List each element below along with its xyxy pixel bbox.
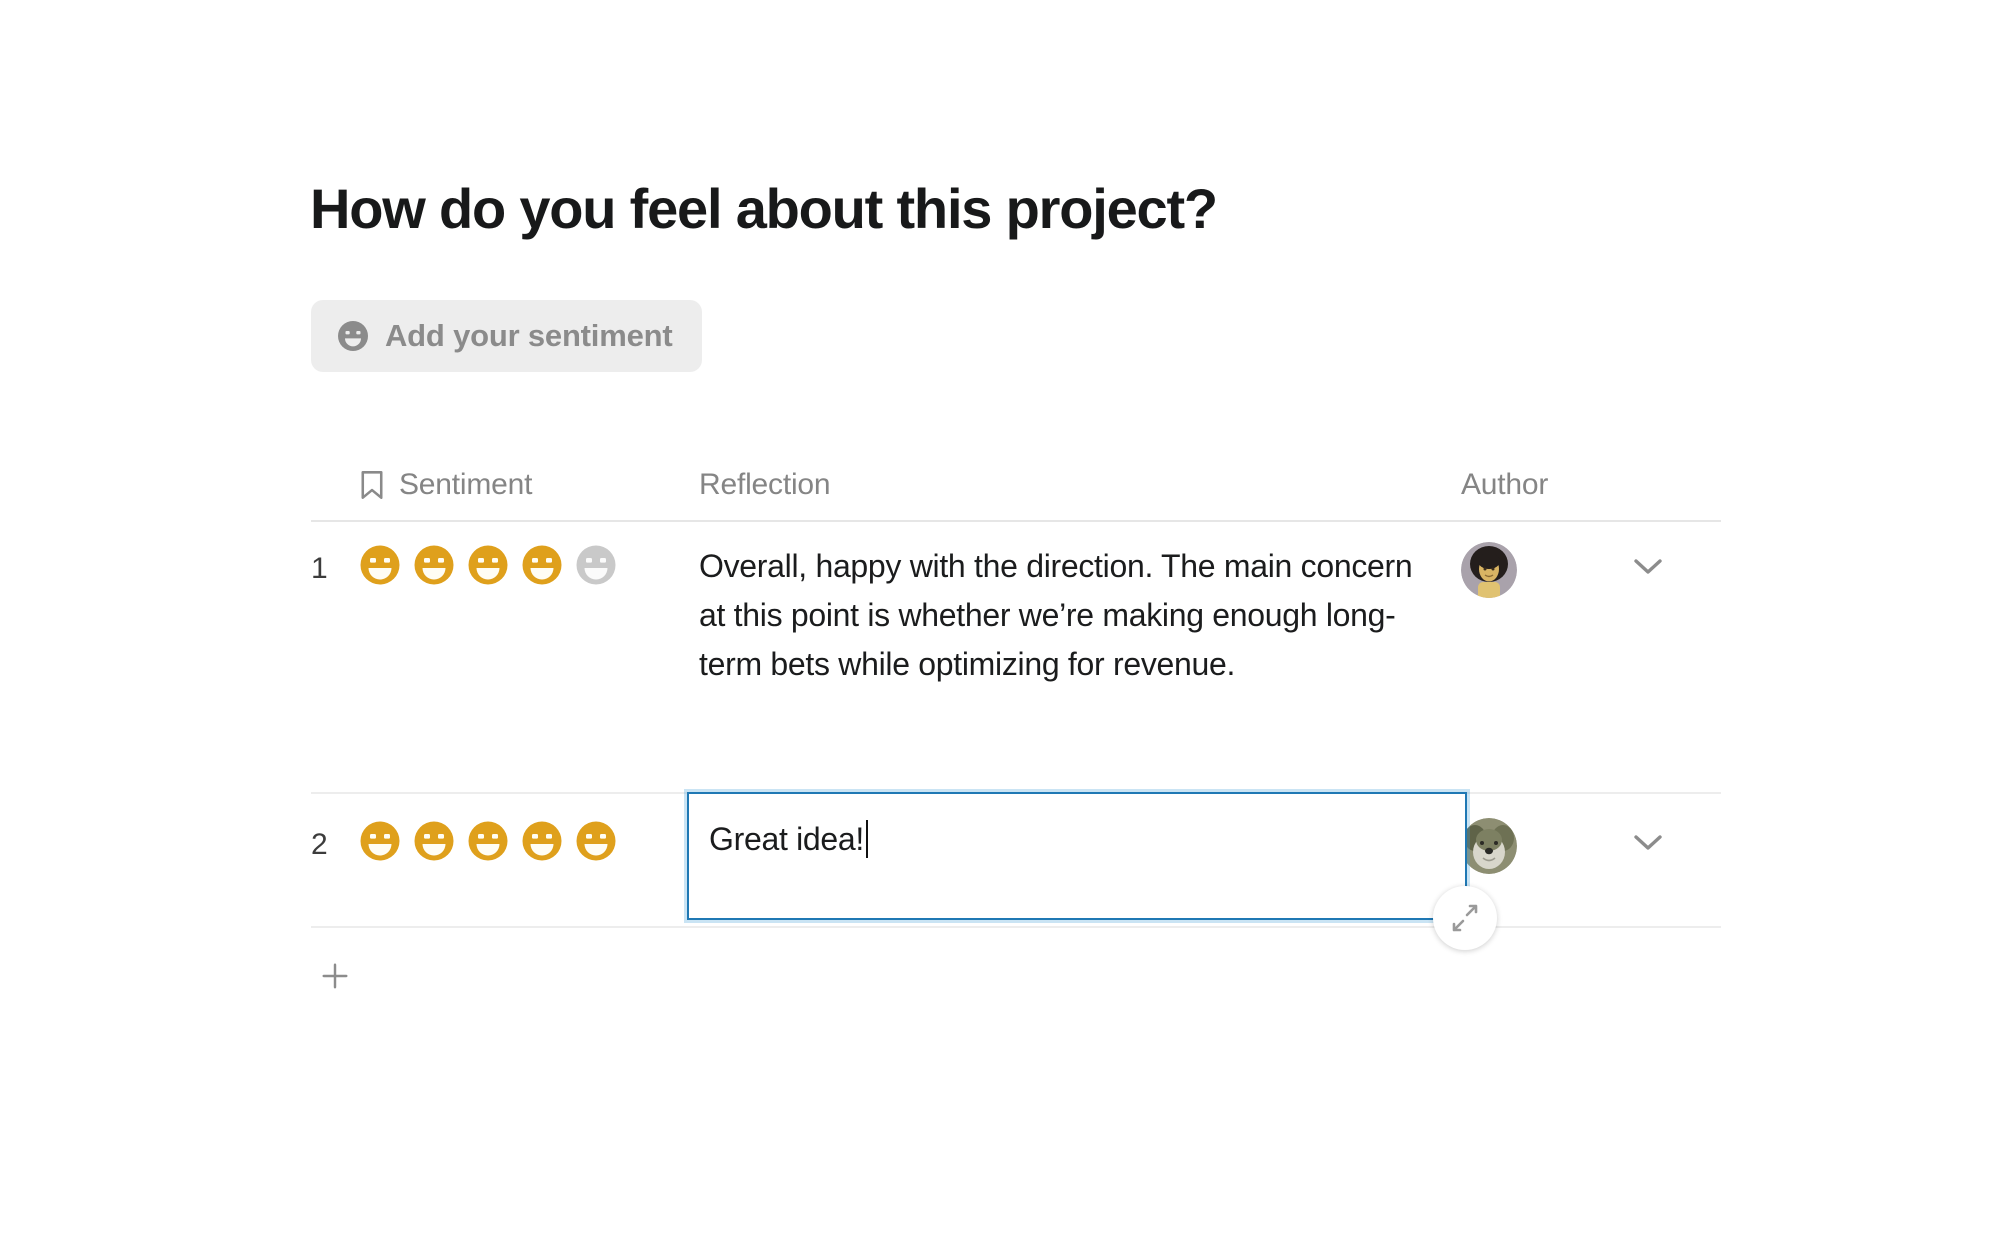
app-canvas: How do you feel about this project? Add …	[0, 0, 2000, 1250]
sentiment-rating[interactable]	[359, 794, 699, 862]
table-row[interactable]: 2	[311, 794, 1721, 928]
avatar	[1461, 542, 1517, 598]
bookmark-icon	[359, 470, 385, 500]
reflection-input-value: Great idea!	[709, 821, 864, 858]
smiley-filled-icon[interactable]	[521, 820, 563, 862]
smiley-filled-icon[interactable]	[413, 544, 455, 586]
page-title: How do you feel about this project?	[310, 178, 1217, 240]
reflection-cell[interactable]: Overall, happy with the direction. The m…	[699, 522, 1461, 689]
sentiment-table: Sentiment Reflection Author 1	[311, 450, 1721, 1024]
text-caret	[866, 820, 868, 858]
table-header-row: Sentiment Reflection Author	[311, 450, 1721, 522]
reflection-text: Overall, happy with the direction. The m…	[699, 542, 1439, 689]
smiley-filled-icon[interactable]	[359, 820, 401, 862]
sentiment-rating[interactable]	[359, 522, 699, 586]
woman-portrait-avatar	[1461, 542, 1517, 598]
add-sentiment-button[interactable]: Add your sentiment	[311, 300, 702, 372]
reflection-cell[interactable]: Great idea!	[699, 794, 1461, 920]
smiley-face-icon	[337, 320, 369, 352]
author-cell[interactable]	[1461, 794, 1631, 874]
header-reflection-label: Reflection	[699, 468, 830, 501]
dog-photo-avatar	[1461, 818, 1517, 874]
row-index: 1	[311, 522, 359, 586]
smiley-filled-icon[interactable]	[413, 820, 455, 862]
add-row-area[interactable]	[311, 928, 1721, 1024]
reflection-input-text-wrap: Great idea!	[689, 794, 868, 858]
avatar	[1461, 818, 1517, 874]
header-author[interactable]: Author	[1461, 468, 1631, 502]
table-row[interactable]: 1	[311, 522, 1721, 794]
header-author-label: Author	[1461, 468, 1548, 501]
smiley-filled-icon[interactable]	[467, 820, 509, 862]
header-sentiment-label: Sentiment	[399, 468, 532, 502]
chevron-down-icon[interactable]	[1631, 556, 1665, 576]
smiley-filled-icon[interactable]	[575, 820, 617, 862]
smiley-filled-icon[interactable]	[467, 544, 509, 586]
expand-record-button[interactable]	[1433, 886, 1497, 950]
expand-diagonal-icon	[1449, 902, 1481, 934]
author-cell[interactable]	[1461, 522, 1631, 598]
row-expand-cell[interactable]	[1631, 794, 1721, 852]
add-sentiment-label: Add your sentiment	[385, 318, 672, 354]
reflection-input[interactable]: Great idea!	[687, 792, 1467, 920]
row-expand-cell[interactable]	[1631, 522, 1721, 576]
add-row-button[interactable]	[313, 954, 357, 998]
smiley-empty-icon[interactable]	[575, 544, 617, 586]
chevron-down-icon[interactable]	[1631, 832, 1665, 852]
row-index: 2	[311, 794, 359, 862]
smiley-filled-icon[interactable]	[359, 544, 401, 586]
header-reflection[interactable]: Reflection	[699, 468, 1461, 502]
header-sentiment[interactable]: Sentiment	[359, 468, 699, 502]
smiley-filled-icon[interactable]	[521, 544, 563, 586]
plus-icon	[319, 959, 351, 993]
